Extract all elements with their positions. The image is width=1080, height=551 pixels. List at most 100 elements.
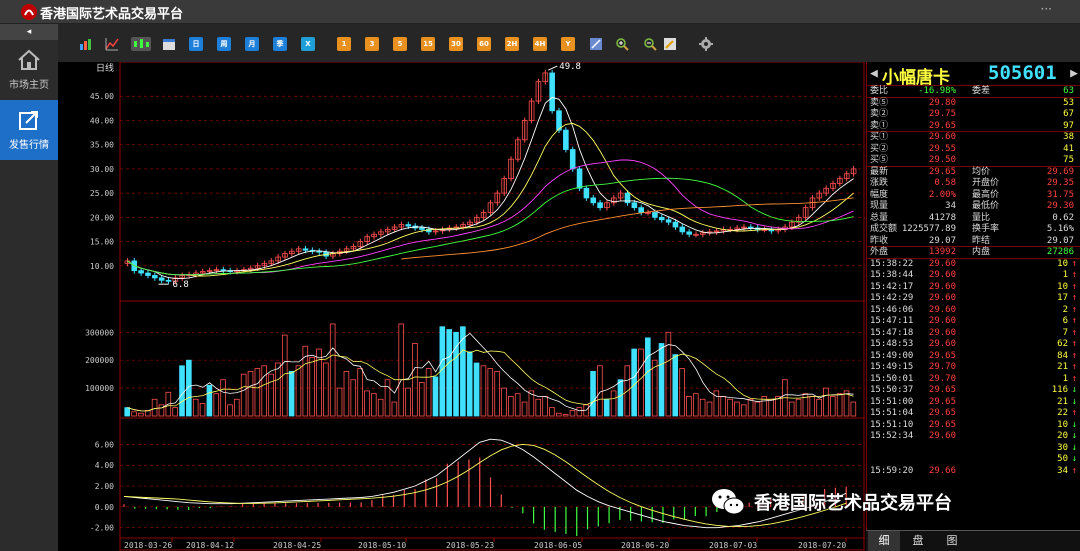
line-chart-icon[interactable] [105, 37, 119, 51]
volume-bar [268, 373, 274, 417]
period-month-button[interactable]: 月 [245, 37, 259, 51]
candle [597, 202, 603, 209]
sidebar-item-market-home[interactable]: 市场主页 [0, 40, 58, 100]
stat-value: 29.65 [928, 166, 956, 177]
outer-volume-label: 外盘 [870, 247, 889, 257]
tick-row: 15:38:22 29.60 10 ↑ [867, 259, 1080, 271]
sidebar-item-listing-quotes[interactable]: 发售行情 [0, 100, 58, 160]
sidebar-item-label: 市场主页 [9, 80, 49, 91]
calendar-icon[interactable] [162, 37, 176, 51]
tab-detail[interactable]: 细 [868, 531, 900, 551]
arrow-up-icon: ↑ [1071, 373, 1077, 384]
tick-price: 29.60 [928, 304, 956, 315]
sidebar-collapse-button[interactable]: ◂ [0, 24, 58, 40]
volume-bar [124, 407, 130, 417]
chart-frame [119, 62, 865, 551]
period-30min-button[interactable]: 30 [449, 37, 463, 51]
tick-row: 15:42:29 29.60 17 ↑ [867, 293, 1080, 305]
stat-label: 昨收 [870, 235, 889, 246]
tick-volume: 21 [1057, 396, 1068, 407]
ask-price: 29.75 [928, 109, 956, 119]
draw-icon[interactable] [589, 37, 603, 51]
volume-bar [227, 404, 233, 417]
tick-price: 29.65 [928, 408, 956, 418]
volume-bar [206, 384, 213, 417]
stat-value: 41278 [928, 212, 956, 223]
candle [302, 248, 309, 251]
volume-bar [562, 414, 569, 417]
inner-volume-value: 27286 [1046, 247, 1074, 257]
volume-bar [234, 398, 240, 417]
tick-volume: 34 [1057, 465, 1068, 476]
bid-price: 29.55 [928, 143, 956, 154]
ask-row: 卖② 29.75 67 [867, 109, 1080, 121]
tick-row: 15:49:15 29.70 21 ↑ [867, 362, 1080, 374]
stat-label: 均价 [972, 166, 991, 177]
candle [138, 270, 144, 274]
tick-time: 15:46:06 [870, 304, 914, 315]
candle [672, 221, 679, 228]
volume-bar [549, 407, 555, 417]
volume-bar [371, 393, 377, 417]
period-60min-button[interactable]: 60 [477, 37, 491, 51]
price-axis-label: 40.00 [90, 116, 114, 125]
tick-price: 29.65 [928, 419, 956, 430]
period-week-button[interactable]: 周 [217, 37, 231, 51]
volume-bar [131, 411, 137, 417]
tick-row: 15:50:01 29.70 1 ↑ [867, 374, 1080, 386]
kline-chart[interactable]: 日线 45.00 40.00 35.00 30.00 25.00 20.00 15.00 10.… [68, 62, 865, 551]
volume-bar [747, 398, 754, 417]
period-x-button[interactable]: X [301, 37, 315, 51]
period-day-button[interactable]: 日 [189, 37, 203, 51]
candlestick-icon[interactable] [131, 37, 151, 51]
tick-time: 15:49:15 [870, 362, 914, 372]
zoom-out-icon[interactable] [643, 37, 657, 51]
period-5min-button[interactable]: 5 [393, 37, 407, 51]
volume-bar [494, 370, 500, 417]
candle [748, 226, 754, 229]
stat-label: 现量 [870, 201, 889, 211]
volume-bar [377, 398, 384, 417]
volume-bar [816, 398, 822, 417]
summary-row: 委比 -16.98% 委差 63 [867, 86, 1080, 98]
volume-bar [398, 323, 405, 417]
volume-bar [261, 365, 268, 417]
period-year-button[interactable]: Y [561, 37, 575, 51]
period-2h-button[interactable]: 2H [505, 37, 519, 51]
volume-bar [473, 362, 480, 417]
bar-chart-icon[interactable] [79, 37, 93, 51]
kline-chart-canvas[interactable]: 日线 45.00 40.00 35.00 30.00 25.00 20.00 15.00 10.… [68, 62, 865, 551]
stat-label: 最低价 [972, 201, 1000, 211]
stat-value: 29.69 [1046, 166, 1074, 177]
date-axis-label: 2018-06-05 [534, 541, 582, 550]
arrow-down-icon: ↓ [1071, 442, 1077, 453]
candle [652, 212, 658, 218]
date-axis-label: 2018-06-20 [621, 541, 669, 550]
next-item-icon[interactable]: ▶ [1070, 66, 1078, 81]
period-quarter-button[interactable]: 季 [273, 37, 287, 51]
bid-diff-value: 63 [1063, 86, 1074, 96]
bid-volume: 41 [1063, 143, 1074, 154]
period-1min-button[interactable]: 1 [337, 37, 351, 51]
zoom-in-icon[interactable] [615, 37, 629, 51]
price-axis-label: 20.00 [90, 213, 114, 222]
pencil-icon[interactable] [663, 37, 677, 51]
tick-volume: 21 [1057, 362, 1068, 372]
tick-time: 15:47:11 [870, 316, 914, 326]
period-3min-button[interactable]: 3 [365, 37, 379, 51]
period-15min-button[interactable]: 15 [421, 37, 435, 51]
period-4h-button[interactable]: 4H [533, 37, 547, 51]
volume-bar [466, 351, 473, 417]
volume-bar [809, 396, 816, 417]
tab-chart[interactable]: 图 [936, 531, 968, 551]
previous-item-icon[interactable]: ◀ [870, 66, 878, 81]
tick-price: 29.60 [928, 431, 956, 441]
volume-bar [850, 401, 857, 417]
ask-level-label: 卖② [870, 109, 889, 119]
ask-row: 卖① 29.65 97 [867, 121, 1080, 132]
gear-icon[interactable] [699, 37, 713, 51]
tab-orderbook[interactable]: 盘 [902, 531, 934, 551]
window-menu-icon[interactable]: ··· [1041, 2, 1052, 16]
volume-bar [158, 404, 165, 417]
volume-bar [795, 398, 802, 417]
